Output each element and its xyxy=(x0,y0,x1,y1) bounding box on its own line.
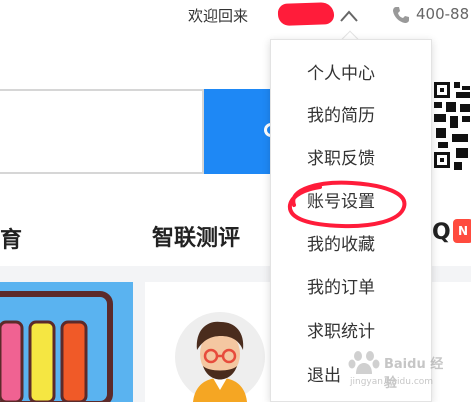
books-illustration xyxy=(0,291,113,402)
promo-card[interactable] xyxy=(0,282,133,402)
baidu-watermark: Baidu 经验 jingyan.baidu.com xyxy=(348,350,448,394)
menu-item-logout[interactable]: 退出 xyxy=(307,361,341,386)
redacted-username[interactable] xyxy=(277,2,335,26)
menu-item-my-orders[interactable]: 我的订单 xyxy=(307,273,375,298)
welcome-text: 欢迎回来 xyxy=(188,7,249,25)
new-badge: N xyxy=(453,219,471,243)
menu-item-job-statistics[interactable]: 求职统计 xyxy=(307,317,375,342)
menu-item-my-favorites[interactable]: 我的收藏 xyxy=(307,230,375,255)
watermark-url: jingyan.baidu.com xyxy=(350,377,434,387)
nav-item-partial[interactable]: 育 xyxy=(0,222,22,254)
phone-icon xyxy=(393,7,409,23)
search-input[interactable] xyxy=(0,89,204,174)
qr-code-icon xyxy=(432,78,471,174)
phone-number: 400-88 xyxy=(416,5,470,23)
paw-icon xyxy=(348,351,380,374)
chevron-up-icon[interactable] xyxy=(339,9,359,23)
nav-item-assessment[interactable]: 智联测评 xyxy=(152,220,240,252)
menu-item-my-resume[interactable]: 我的简历 xyxy=(307,101,375,126)
menu-item-personal-center[interactable]: 个人中心 xyxy=(307,59,375,84)
menu-item-job-feedback[interactable]: 求职反馈 xyxy=(307,144,375,169)
avatar-icon xyxy=(175,312,265,402)
nav-item-q[interactable]: Q xyxy=(432,220,451,245)
highlight-annotation xyxy=(287,180,407,229)
